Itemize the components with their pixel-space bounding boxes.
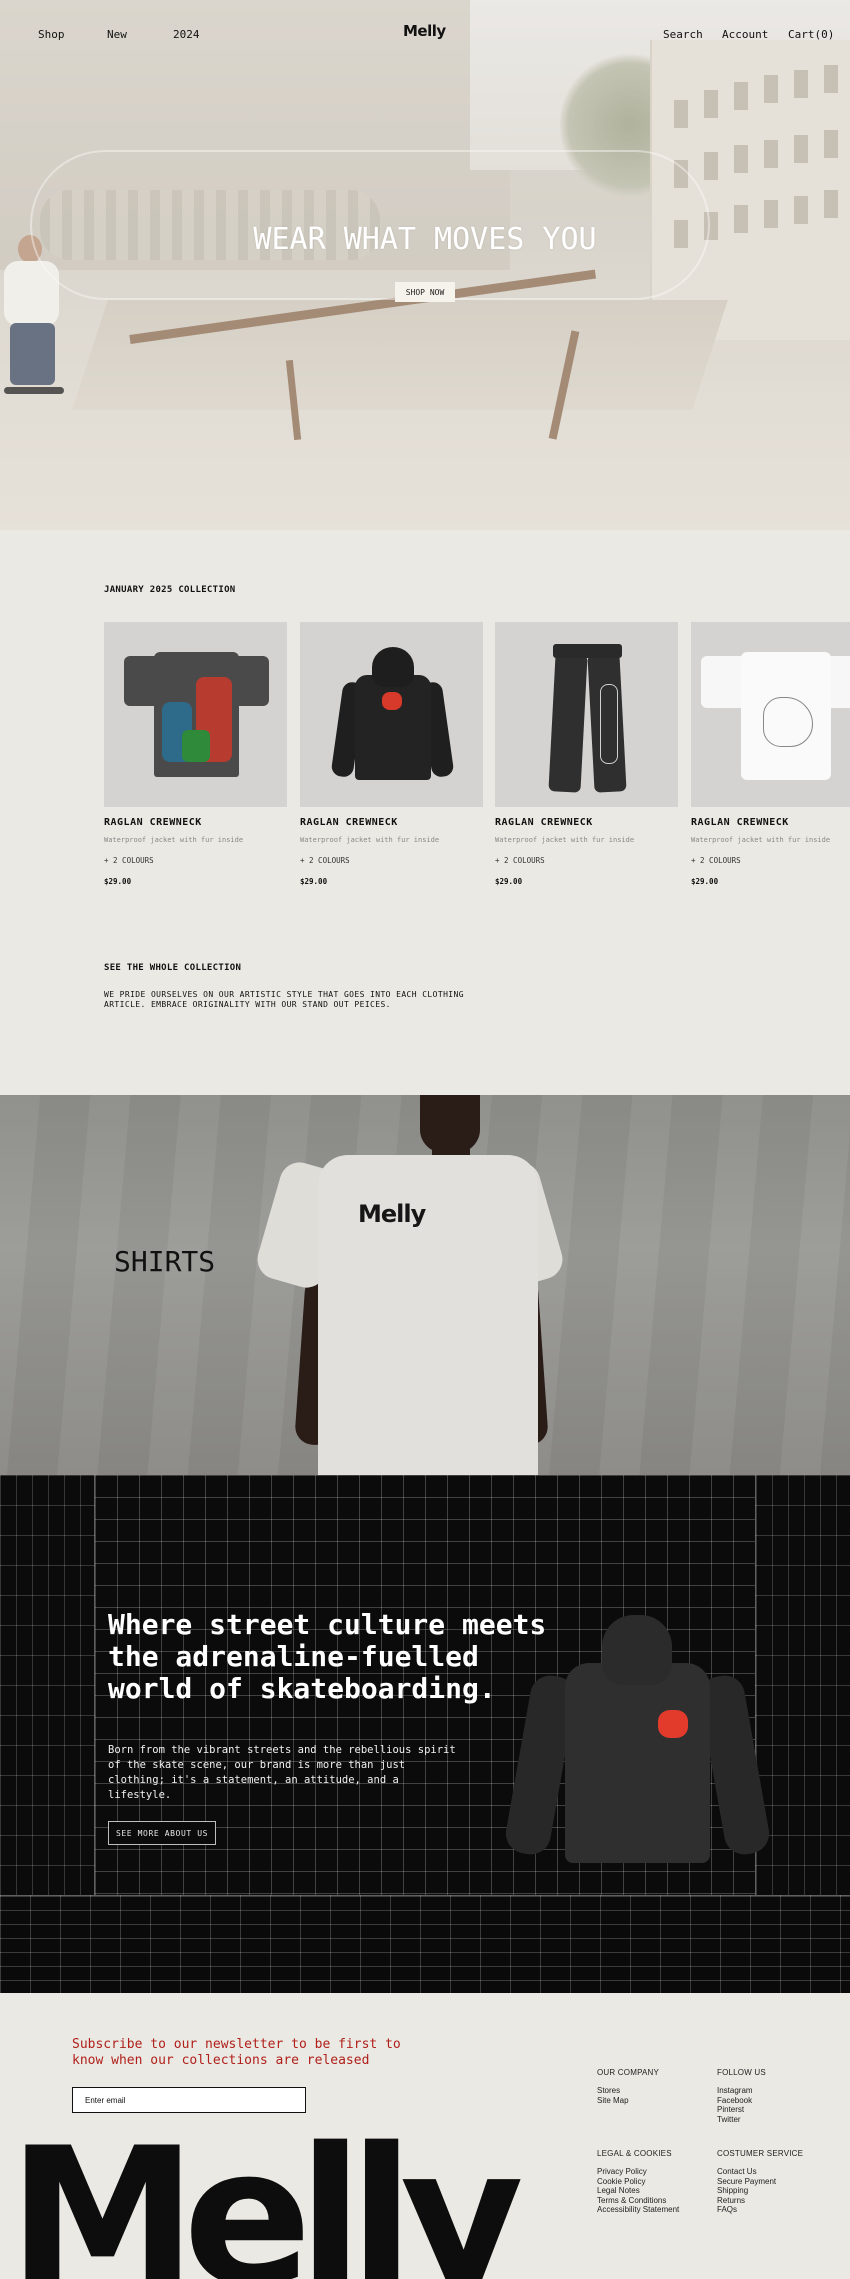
product-image-white-tee[interactable]	[691, 622, 850, 807]
model-shirt	[318, 1155, 538, 1475]
see-more-about-button[interactable]: SEE MORE ABOUT US	[108, 1821, 216, 1845]
footer-link-cookie[interactable]: Cookie Policy	[597, 2177, 679, 2187]
nav-cart-link[interactable]: Cart(0)	[788, 28, 834, 41]
product-description: Waterproof jacket with fur inside	[300, 836, 440, 844]
product-image-dark-tee[interactable]	[104, 622, 287, 807]
product-card[interactable]: RAGLAN CREWNECK Waterproof jacket with f…	[691, 622, 850, 886]
product-colours[interactable]: + 2 COLOURS	[691, 856, 850, 865]
hero-banner: Shop New 2024 Search Account Cart(0) Mel…	[0, 0, 850, 530]
product-name[interactable]: RAGLAN CREWNECK	[300, 817, 483, 828]
footer-link-instagram[interactable]: Instagram	[717, 2086, 766, 2096]
product-name[interactable]: RAGLAN CREWNECK	[495, 817, 678, 828]
product-name[interactable]: RAGLAN CREWNECK	[691, 817, 850, 828]
nav-account-link[interactable]: Account	[722, 28, 768, 41]
product-colours[interactable]: + 2 COLOURS	[300, 856, 483, 865]
product-price: $29.00	[104, 877, 132, 886]
footer: Subscribe to our newsletter to be first …	[0, 1993, 850, 2279]
footer-col-heading: OUR COMPANY	[597, 2068, 660, 2077]
footer-link-returns[interactable]: Returns	[717, 2196, 803, 2206]
footer-link-payment[interactable]: Secure Payment	[717, 2177, 803, 2187]
product-description: Waterproof jacket with fur inside	[495, 836, 635, 844]
footer-link-faqs[interactable]: FAQs	[717, 2205, 803, 2215]
footer-link-facebook[interactable]: Facebook	[717, 2096, 766, 2106]
collection-blurb: WE PRIDE OURSELVES ON OUR ARTISTIC STYLE…	[104, 990, 464, 1009]
product-price: $29.00	[691, 877, 719, 886]
shirts-category-label[interactable]: SHIRTS	[114, 1245, 215, 1278]
product-image-sweatpants[interactable]	[495, 622, 678, 807]
see-collection-link[interactable]: SEE THE WHOLE COLLECTION	[104, 963, 241, 973]
nav-shop-link[interactable]: Shop	[38, 28, 65, 41]
product-card[interactable]: RAGLAN CREWNECK Waterproof jacket with f…	[300, 622, 483, 886]
product-carousel[interactable]: RAGLAN CREWNECK Waterproof jacket with f…	[104, 622, 850, 892]
footer-link-twitter[interactable]: Twitter	[717, 2115, 766, 2125]
about-headline: Where street culture meets the adrenalin…	[108, 1608, 547, 1705]
footer-big-logo: Melly	[8, 2107, 524, 2279]
nav-new-link[interactable]: New	[107, 28, 127, 41]
footer-link-pinterest[interactable]: Pinterst	[717, 2105, 766, 2115]
product-price: $29.00	[495, 877, 523, 886]
nav-2024-link[interactable]: 2024	[173, 28, 200, 41]
product-image-hoodie[interactable]	[300, 622, 483, 807]
product-description: Waterproof jacket with fur inside	[691, 836, 831, 844]
footer-col-follow: FOLLOW US Instagram Facebook Pinterst Tw…	[717, 2068, 766, 2124]
footer-link-sitemap[interactable]: Site Map	[597, 2096, 659, 2106]
footer-link-terms[interactable]: Terms & Conditions	[597, 2196, 679, 2206]
collection-title: JANUARY 2025 COLLECTION	[104, 585, 236, 595]
footer-link-legal-notes[interactable]: Legal Notes	[597, 2186, 679, 2196]
product-price: $29.00	[300, 877, 328, 886]
model-head	[420, 1095, 480, 1153]
footer-link-shipping[interactable]: Shipping	[717, 2186, 803, 2196]
footer-link-stores[interactable]: Stores	[597, 2086, 659, 2096]
shirts-banner[interactable]: Melly SHIRTS	[0, 1095, 850, 1475]
footer-col-heading: FOLLOW US	[717, 2068, 766, 2077]
footer-link-privacy[interactable]: Privacy Policy	[597, 2167, 679, 2177]
about-section: Where street culture meets the adrenalin…	[0, 1475, 850, 1993]
product-colours[interactable]: + 2 COLOURS	[495, 856, 678, 865]
shirt-print-logo: Melly	[358, 1200, 426, 1228]
hero-title: WEAR WHAT MOVES YOU	[253, 222, 597, 257]
featured-hoodie-image	[502, 1615, 773, 1875]
product-card[interactable]: RAGLAN CREWNECK Waterproof jacket with f…	[495, 622, 678, 886]
footer-col-service: COSTUMER SERVICE Contact Us Secure Payme…	[717, 2149, 803, 2215]
footer-col-heading: COSTUMER SERVICE	[717, 2149, 804, 2158]
brand-logo[interactable]: Melly	[403, 22, 446, 40]
product-colours[interactable]: + 2 COLOURS	[104, 856, 287, 865]
grid-floor	[0, 1895, 850, 1993]
newsletter-heading: Subscribe to our newsletter to be first …	[72, 2037, 401, 2068]
footer-col-legal: LEGAL & COOKIES Privacy Policy Cookie Po…	[597, 2149, 679, 2215]
nav-search-link[interactable]: Search	[663, 28, 703, 41]
shop-now-button[interactable]: SHOP NOW	[395, 282, 455, 302]
product-description: Waterproof jacket with fur inside	[104, 836, 244, 844]
footer-col-company: OUR COMPANY Stores Site Map	[597, 2068, 659, 2105]
product-name[interactable]: RAGLAN CREWNECK	[104, 817, 287, 828]
footer-col-heading: LEGAL & COOKIES	[597, 2149, 672, 2158]
product-card[interactable]: RAGLAN CREWNECK Waterproof jacket with f…	[104, 622, 287, 886]
footer-link-accessibility[interactable]: Accessibility Statement	[597, 2205, 679, 2215]
about-body: Born from the vibrant streets and the re…	[108, 1744, 456, 1801]
footer-link-contact[interactable]: Contact Us	[717, 2167, 803, 2177]
